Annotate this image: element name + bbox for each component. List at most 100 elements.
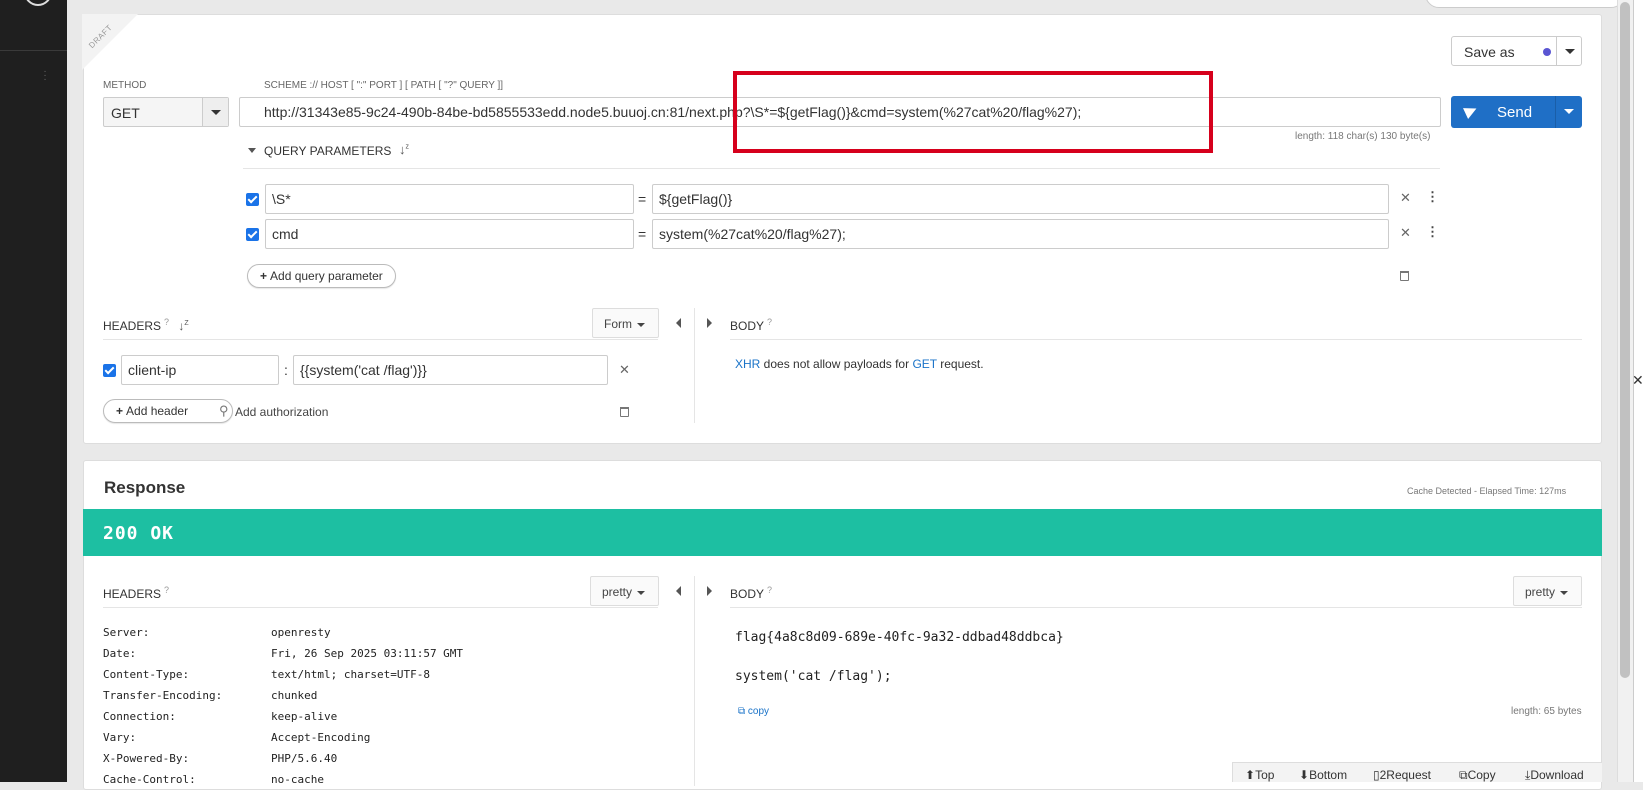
query-params-divider bbox=[243, 168, 1440, 169]
param-value-input[interactable]: ${getFlag()} bbox=[652, 184, 1389, 214]
scroll-bottom-button[interactable]: ⬇Bottom bbox=[1299, 768, 1347, 782]
colon-separator: : bbox=[284, 362, 288, 378]
headers-mode-label: Form bbox=[604, 317, 632, 331]
xhr-note-text: does not allow payloads for bbox=[760, 357, 913, 371]
request-body-title: BODY? bbox=[730, 317, 773, 333]
plus-icon: + bbox=[260, 269, 268, 283]
help-icon: ? bbox=[767, 585, 773, 595]
method-dropdown-button[interactable] bbox=[202, 98, 228, 126]
response-headers-mode-dropdown[interactable]: pretty bbox=[590, 576, 659, 606]
response-header-value: PHP/5.6.40 bbox=[271, 752, 338, 765]
trash-icon[interactable] bbox=[620, 407, 629, 417]
remove-param-icon[interactable]: ✕ bbox=[1400, 225, 1411, 241]
chevron-down-icon bbox=[637, 590, 646, 595]
response-header-key: Date: bbox=[103, 647, 137, 660]
send-icon bbox=[1463, 103, 1479, 119]
top-search-pill[interactable] bbox=[1425, 0, 1625, 8]
add-authorization-link[interactable]: Add authorization bbox=[235, 405, 328, 419]
cache-note: Cache Detected - Elapsed Time: 127ms bbox=[1407, 486, 1567, 496]
collapse-left-icon[interactable] bbox=[676, 586, 681, 596]
remove-param-icon[interactable]: ✕ bbox=[1400, 190, 1411, 206]
panel-splitter[interactable] bbox=[694, 576, 695, 786]
equals-sign: = bbox=[638, 191, 647, 207]
copy-label: copy bbox=[747, 706, 770, 717]
url-length: length: 118 char(s) 130 byte(s) bbox=[1295, 131, 1431, 142]
trash-icon[interactable] bbox=[1400, 271, 1409, 281]
sort-icon: ↓z bbox=[178, 319, 189, 333]
add-query-parameter-label: Add query parameter bbox=[270, 269, 383, 283]
status-bar bbox=[83, 509, 1602, 556]
response-body-line: system('cat /flag'); bbox=[735, 669, 892, 684]
param-key-input[interactable]: \S* bbox=[265, 184, 634, 214]
url-hint: SCHEME :// HOST [ ":" PORT ] [ PATH [ "?… bbox=[264, 80, 504, 91]
side-panel-edge bbox=[1633, 0, 1643, 782]
panel-splitter[interactable] bbox=[694, 308, 695, 423]
add-header-label: Add header bbox=[126, 404, 189, 418]
more-vertical-icon[interactable]: · · · bbox=[42, 67, 48, 85]
param-enabled-checkbox[interactable] bbox=[246, 193, 259, 206]
chevron-down-icon bbox=[637, 322, 645, 327]
remove-header-icon[interactable]: ✕ bbox=[619, 362, 630, 378]
help-icon: ? bbox=[164, 317, 170, 327]
request-headers-title: HEADERS? ↓z bbox=[103, 317, 189, 333]
response-body-divider bbox=[730, 607, 1582, 608]
response-title: Response bbox=[104, 478, 186, 497]
sort-icon[interactable]: ↓z bbox=[399, 142, 409, 157]
xhr-link[interactable]: XHR bbox=[735, 357, 760, 371]
param-menu-icon[interactable]: ⋮ bbox=[1426, 224, 1439, 240]
copy-icon: ⧉ bbox=[738, 706, 748, 717]
download-button[interactable]: ⤓Download bbox=[1525, 768, 1584, 783]
copy-link[interactable]: ⧉ copy bbox=[738, 706, 769, 717]
scroll-top-button[interactable]: ⬆Top bbox=[1245, 768, 1274, 782]
send-dropdown-icon[interactable] bbox=[1564, 109, 1574, 114]
close-icon[interactable]: ✕ bbox=[1632, 372, 1643, 389]
help-icon: ? bbox=[767, 317, 773, 327]
collapse-right-icon[interactable] bbox=[707, 318, 712, 328]
document-icon: ▯ bbox=[1373, 768, 1380, 782]
get-link[interactable]: GET bbox=[912, 357, 936, 371]
save-as-dropdown-icon[interactable] bbox=[1565, 49, 1575, 54]
arrow-down-circle-icon: ⬇ bbox=[1299, 768, 1310, 782]
collapse-right-icon[interactable] bbox=[707, 586, 712, 596]
bottom-toolbar: ⬆Top ⬇Bottom ▯2Request ⧉Copy ⤓Download bbox=[1232, 762, 1602, 782]
key-icon: ⚲ bbox=[219, 403, 229, 418]
body-divider bbox=[730, 339, 1582, 340]
header-enabled-checkbox[interactable] bbox=[103, 364, 116, 377]
xhr-note-end: request. bbox=[936, 357, 984, 371]
headers-mode-label: pretty bbox=[602, 585, 633, 599]
body-length: length: 65 bytes bbox=[1511, 706, 1582, 717]
param-key-input[interactable]: cmd bbox=[265, 219, 634, 249]
param-enabled-checkbox[interactable] bbox=[246, 228, 259, 241]
save-as-label: Save as bbox=[1464, 44, 1515, 60]
method-select[interactable]: GET bbox=[103, 97, 229, 127]
headers-divider bbox=[103, 339, 658, 340]
help-icon: ? bbox=[164, 585, 170, 595]
save-as-button[interactable]: Save as bbox=[1451, 36, 1582, 66]
header-key-input[interactable]: client-ip bbox=[121, 355, 279, 385]
header-value-input[interactable]: {{system('cat /flag')}} bbox=[293, 355, 608, 385]
param-menu-icon[interactable]: ⋮ bbox=[1426, 189, 1439, 205]
request-button[interactable]: ▯2Request bbox=[1373, 768, 1431, 782]
response-header-key: Server: bbox=[103, 626, 150, 639]
xhr-note: XHR does not allow payloads for GET requ… bbox=[735, 357, 984, 371]
copy-button[interactable]: ⧉Copy bbox=[1459, 768, 1496, 783]
arrow-up-circle-icon: ⬆ bbox=[1245, 768, 1256, 782]
equals-sign: = bbox=[638, 226, 647, 242]
plus-icon: + bbox=[116, 404, 124, 418]
response-headers-title: HEADERS? bbox=[103, 585, 170, 601]
response-body-mode-dropdown[interactable]: pretty bbox=[1513, 576, 1582, 606]
add-header-button[interactable]: + Add header bbox=[103, 399, 233, 423]
response-header-key: Cache-Control: bbox=[103, 773, 196, 786]
status-text: 200 OK bbox=[103, 523, 175, 544]
send-button[interactable]: Send bbox=[1451, 96, 1582, 128]
collapse-left-icon[interactable] bbox=[676, 318, 681, 328]
add-query-parameter-button[interactable]: + Add query parameter bbox=[247, 264, 396, 288]
chevron-down-icon bbox=[211, 110, 221, 115]
param-value-input[interactable]: system(%27cat%20/flag%27); bbox=[652, 219, 1389, 249]
headers-mode-dropdown[interactable]: Form bbox=[592, 308, 659, 338]
app-logo-icon[interactable] bbox=[24, 0, 52, 6]
scrollbar-thumb[interactable] bbox=[1620, 2, 1630, 678]
response-header-value: no-cache bbox=[271, 773, 324, 786]
sidebar-divider bbox=[0, 50, 67, 51]
highlight-box bbox=[733, 71, 1213, 153]
